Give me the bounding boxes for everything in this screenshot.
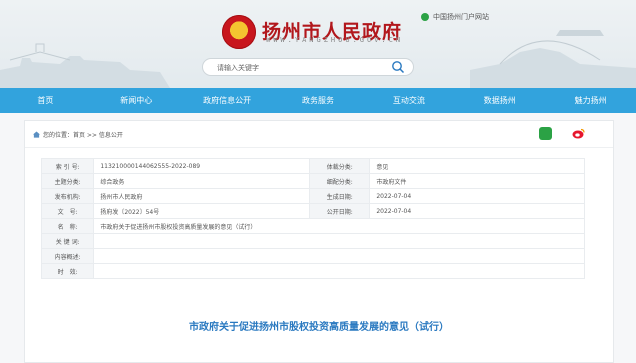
keyword-value xyxy=(93,233,585,249)
nav-services[interactable]: 政务服务 xyxy=(273,88,364,113)
topic-value: 综合政务 xyxy=(93,173,311,189)
share-weibo-icon[interactable] xyxy=(572,128,585,139)
summary-label: 内容概述: xyxy=(40,248,95,264)
org-label: 发布机构: xyxy=(40,188,95,204)
nav-gov-info[interactable]: 政府信息公开 xyxy=(182,88,273,113)
table-row: 内容概述: xyxy=(40,248,585,264)
portal-link-label: 中国扬州门户网站 xyxy=(433,13,489,21)
validity-label: 时 效: xyxy=(40,263,95,279)
public-value: 2022-07-04 xyxy=(369,203,585,219)
org-value: 扬州市人民政府 xyxy=(93,188,311,204)
nav-interaction[interactable]: 互动交流 xyxy=(363,88,454,113)
index-label: 索 引 号: xyxy=(40,158,95,174)
table-row: 文 号: 扬府发〔2022〕54号 公开日期: 2022-07-04 xyxy=(40,203,585,219)
national-emblem-icon xyxy=(222,15,256,49)
content-panel: 您的位置：首页 >> 信息公开 索 引 号: 11321000014406255… xyxy=(24,120,614,363)
table-row: 关 键 词: xyxy=(40,233,585,249)
wechat-icon xyxy=(421,13,429,21)
table-row: 名 称: 市政府关于促进扬州市股权投资高质量发展的意见（试行） xyxy=(40,218,585,234)
docno-label: 文 号: xyxy=(40,203,95,219)
nav-data[interactable]: 数据扬州 xyxy=(454,88,545,113)
search-input[interactable] xyxy=(215,61,389,75)
site-url: WWW.YANGZHOU.GOV.CN xyxy=(266,36,404,44)
table-row: 主题分类: 综合政务 细配分类: 市政府文件 xyxy=(40,173,585,189)
metadata-table: 索 引 号: 113210000144062555-2022-089 体裁分类:… xyxy=(40,158,585,279)
topic-label: 主题分类: xyxy=(40,173,95,189)
public-label: 公开日期: xyxy=(309,203,371,219)
table-row: 发布机构: 扬州市人民政府 生成日期: 2022-07-04 xyxy=(40,188,585,204)
name-label: 名 称: xyxy=(40,218,95,234)
keyword-label: 关 键 词: xyxy=(40,233,95,249)
name-value: 市政府关于促进扬州市股权投资高质量发展的意见（试行） xyxy=(93,218,585,234)
validity-value xyxy=(93,263,585,279)
search-box xyxy=(202,58,414,76)
nav-home[interactable]: 首页 xyxy=(0,88,91,113)
nav-news[interactable]: 新闻中心 xyxy=(91,88,182,113)
site-header: 扬州市人民政府 WWW.YANGZHOU.GOV.CN 中国扬州门户网站 xyxy=(0,0,636,88)
breadcrumb: 您的位置：首页 >> 信息公开 xyxy=(33,130,123,139)
nav-charm[interactable]: 魅力扬州 xyxy=(545,88,636,113)
breadcrumb-bar: 您的位置：首页 >> 信息公开 xyxy=(25,121,613,148)
genre-value: 意见 xyxy=(369,158,585,174)
index-value: 113210000144062555-2022-089 xyxy=(93,158,311,174)
main-nav: 首页 新闻中心 政府信息公开 政务服务 互动交流 数据扬州 魅力扬州 xyxy=(0,88,636,113)
docno-value: 扬府发〔2022〕54号 xyxy=(93,203,311,219)
share-wechat-icon[interactable] xyxy=(539,127,552,140)
site-logo[interactable]: 扬州市人民政府 xyxy=(222,12,402,52)
detail-label: 细配分类: xyxy=(309,173,371,189)
detail-value: 市政府文件 xyxy=(369,173,585,189)
genre-label: 体裁分类: xyxy=(309,158,371,174)
table-row: 时 效: xyxy=(40,263,585,279)
breadcrumb-text[interactable]: 您的位置：首页 >> 信息公开 xyxy=(43,130,123,139)
document-title: 市政府关于促进扬州市股权投资高质量发展的意见（试行） xyxy=(189,322,449,333)
table-row: 索 引 号: 113210000144062555-2022-089 体裁分类:… xyxy=(40,158,585,174)
created-value: 2022-07-04 xyxy=(369,188,585,204)
portal-link[interactable]: 中国扬州门户网站 xyxy=(421,12,489,22)
search-icon[interactable] xyxy=(391,60,405,74)
home-icon xyxy=(33,131,40,138)
summary-value xyxy=(93,248,585,264)
created-label: 生成日期: xyxy=(309,188,371,204)
